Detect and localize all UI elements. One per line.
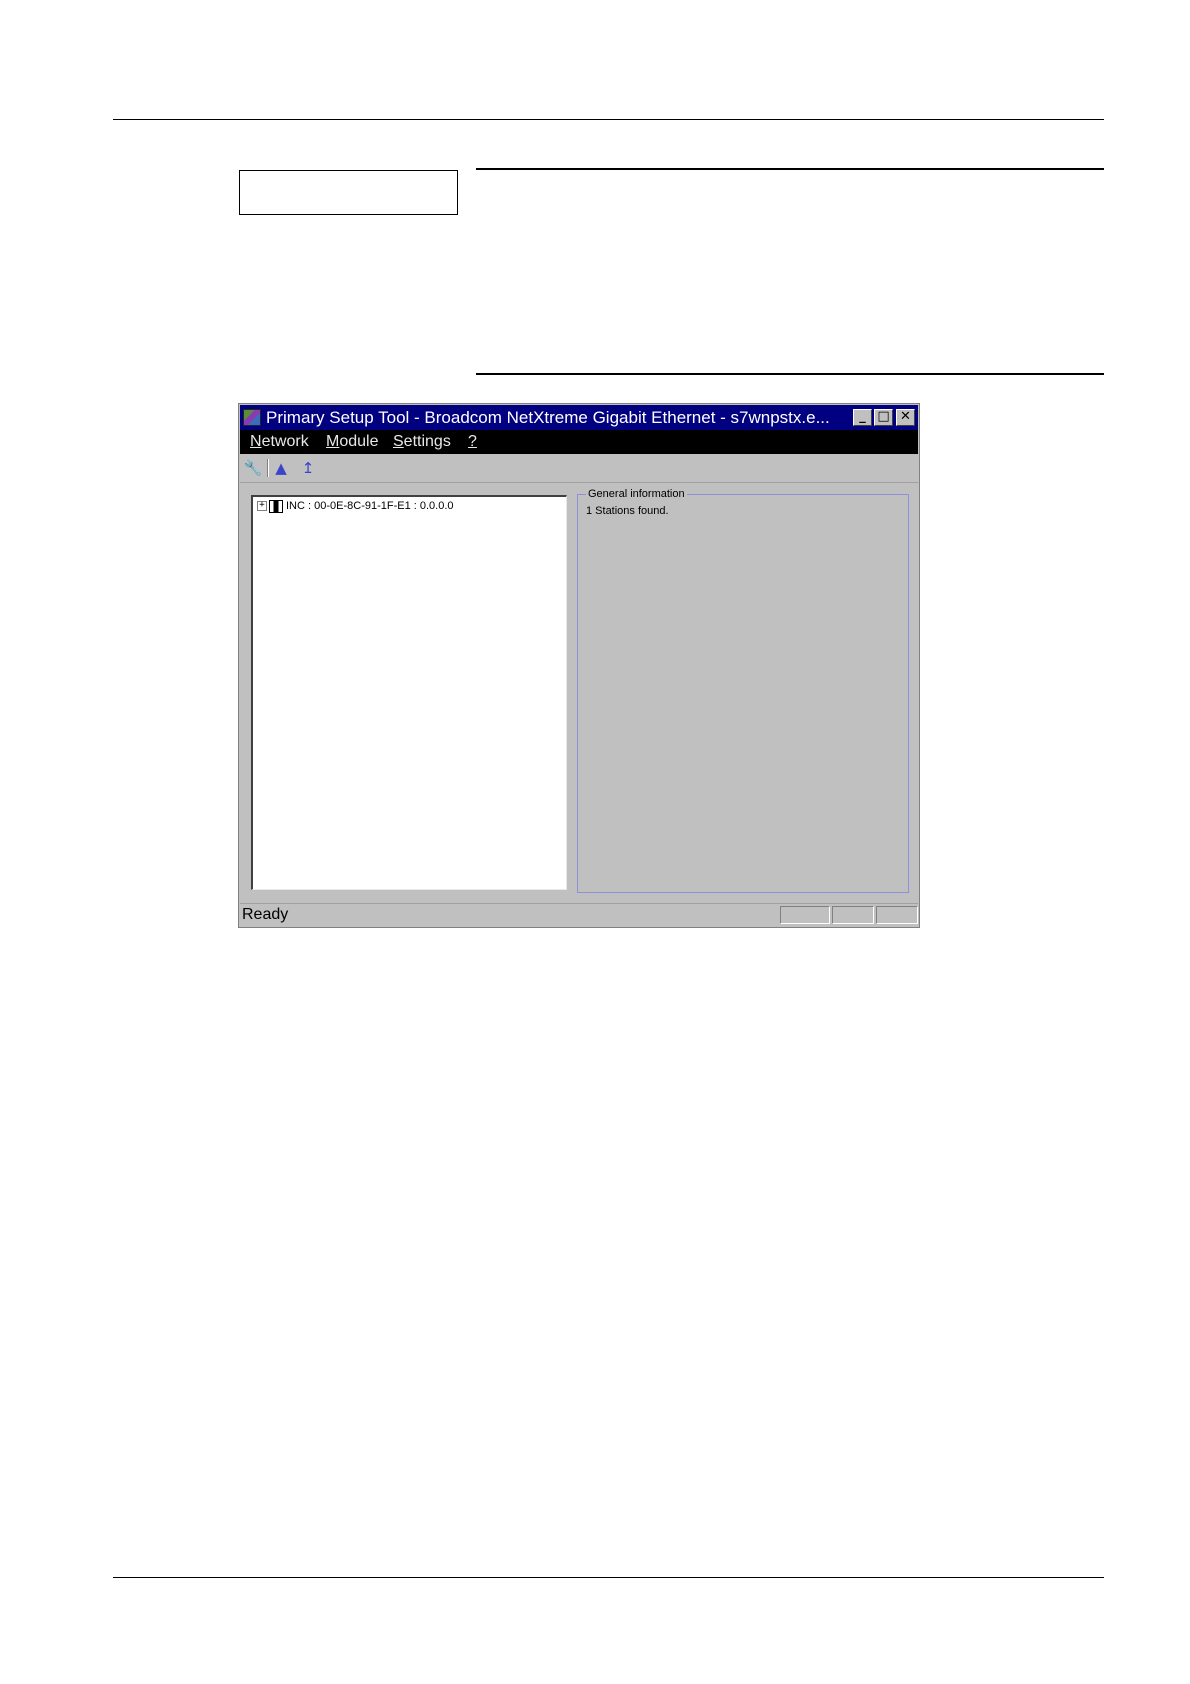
group-legend: General information bbox=[586, 487, 687, 501]
status-panel bbox=[832, 906, 874, 924]
window-title: Primary Setup Tool - Broadcom NetXtreme … bbox=[266, 408, 830, 427]
wrench-icon[interactable]: 🔧 bbox=[243, 458, 263, 478]
application-window: Primary Setup Tool - Broadcom NetXtreme … bbox=[238, 403, 920, 928]
tree-node-station[interactable]: + INC : 00-0E-8C-91-1F-E1 : 0.0.0.0 bbox=[257, 499, 454, 513]
expand-icon[interactable]: + bbox=[257, 501, 267, 512]
station-icon bbox=[269, 499, 283, 513]
toolbar: 🔧 ▲ ↥ bbox=[240, 454, 918, 483]
margin-label-box bbox=[239, 170, 458, 215]
title-bar[interactable]: Primary Setup Tool - Broadcom NetXtreme … bbox=[240, 405, 918, 430]
menu-help[interactable]: ? bbox=[468, 430, 477, 454]
tree-node-label: INC : 00-0E-8C-91-1F-E1 : 0.0.0.0 bbox=[286, 500, 454, 512]
app-icon[interactable] bbox=[243, 409, 261, 426]
menu-settings[interactable]: Settings bbox=[393, 430, 451, 454]
maximize-button[interactable]: □ bbox=[874, 409, 893, 426]
header-rule bbox=[113, 119, 1104, 120]
download-icon[interactable]: ▲ bbox=[271, 458, 291, 478]
menu-bar: Network Module Settings ? bbox=[240, 430, 918, 454]
note-bottom-rule bbox=[476, 373, 1104, 375]
general-information-group: General information 1 Stations found. bbox=[577, 487, 909, 893]
menu-module[interactable]: Module bbox=[326, 430, 378, 454]
minimize-button[interactable]: _ bbox=[853, 409, 872, 426]
toolbar-separator bbox=[267, 459, 269, 477]
status-bar: Ready bbox=[240, 903, 918, 926]
upload-icon[interactable]: ↥ bbox=[298, 458, 318, 478]
footer-rule bbox=[113, 1577, 1104, 1578]
status-panel bbox=[780, 906, 830, 924]
status-panel bbox=[876, 906, 918, 924]
status-text: Ready bbox=[242, 906, 289, 923]
note-top-rule bbox=[476, 168, 1104, 170]
station-tree[interactable]: + INC : 00-0E-8C-91-1F-E1 : 0.0.0.0 bbox=[251, 495, 567, 890]
close-button[interactable]: ✕ bbox=[896, 409, 915, 426]
menu-network[interactable]: Network bbox=[250, 430, 309, 454]
stations-found-text: 1 Stations found. bbox=[586, 505, 669, 517]
